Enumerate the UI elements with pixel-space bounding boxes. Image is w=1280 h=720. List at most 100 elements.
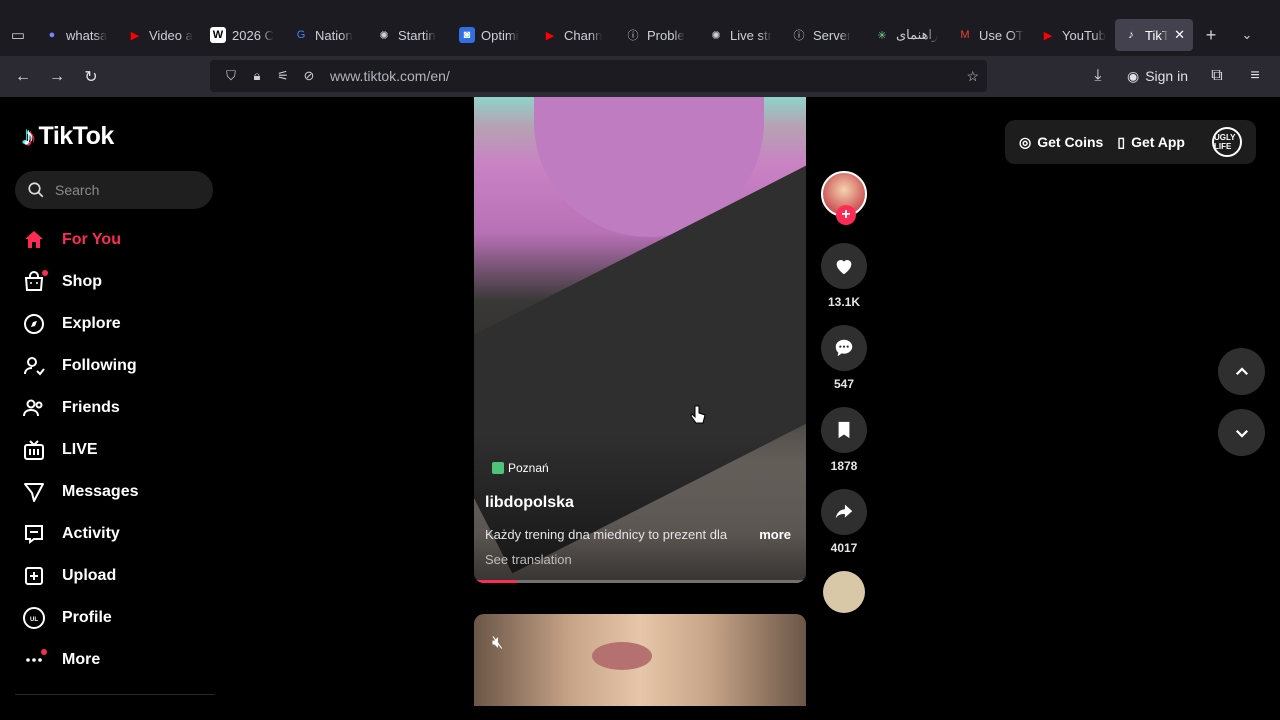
tab-title: Video a [149,27,193,43]
youtube-icon: ▶ [545,29,555,42]
muted-speaker-icon[interactable]: 🔇︎ [492,632,503,653]
sidebar-item-live[interactable]: LIVE [0,429,230,471]
search-input[interactable] [55,182,195,198]
like-action: 13.1K [821,243,867,309]
tab-title: Proble [647,27,685,43]
tiktok-logo[interactable]: ♪ TikTok [22,121,114,152]
profile-avatar-button[interactable]: UGLY LIFE [1212,127,1242,157]
sidebar-item-explore[interactable]: Explore [0,303,230,345]
address-bar[interactable]: ⛉ 🔒︎ ⚟ ⊘ www.tiktok.com/en/ ☆ [210,60,987,92]
info-icon: ⓘ [627,30,639,42]
close-tab-icon[interactable]: ✕ [1174,27,1185,43]
back-button[interactable]: ← [6,61,40,93]
browser-tab[interactable]: ● whatsa [36,19,119,51]
location-label: Poznań [508,461,549,475]
sign-in-label: Sign in [1145,68,1188,84]
info-icon: ⓘ [793,30,805,42]
sidebar-item-label: For You [62,231,121,248]
chevron-down-icon [1235,429,1248,438]
location-pin-icon [492,462,504,474]
sidebar-item-label: Messages [62,483,139,500]
sidebar-item-more[interactable]: More [0,639,230,681]
get-coins-label: Get Coins [1037,134,1104,150]
search-box[interactable] [15,171,213,209]
phone-icon: ▯ [1117,133,1126,150]
sidebar-item-messages[interactable]: Messages [0,471,230,513]
profile-avatar-icon: UL [22,606,46,630]
get-app-button[interactable]: ▯ Get App [1117,134,1185,151]
browser-tab[interactable]: W 2026 C [202,19,285,51]
save-button[interactable] [821,407,867,453]
chevron-up-icon [1235,366,1248,375]
reload-button[interactable]: ↻ [74,61,108,93]
tab-list-icon[interactable]: ▭ [0,17,36,53]
bookmark-star-icon[interactable]: ☆ [966,68,979,85]
follow-plus-icon[interactable]: + [836,205,856,225]
caption-more-button[interactable]: more [759,527,791,542]
autoplay-blocked-icon[interactable]: ⊘ [296,68,322,84]
permissions-icon[interactable]: ⚟ [270,68,296,84]
browser-tab[interactable]: ♪ TikTo ✕ [1115,19,1193,51]
like-button[interactable] [821,243,867,289]
mouse-pointer-icon [690,405,706,430]
browser-tab[interactable]: ✳ راهنمای [866,19,949,51]
sidebar-item-label: Following [62,357,137,374]
tab-overflow-chevron-icon[interactable]: ⌄ [1229,19,1265,51]
video-author[interactable]: libdopolska [485,494,574,512]
shield-icon[interactable]: ⛉ [218,68,244,84]
comment-icon [835,339,853,357]
whatsapp-icon: ● [48,29,56,41]
gmail-icon: M [960,29,970,41]
sidebar-item-upload[interactable]: Upload [0,555,230,597]
tab-title: YouTub [1062,27,1106,43]
browser-tab[interactable]: ◙ Optimi [451,19,534,51]
browser-tab[interactable]: G Nation [285,19,368,51]
browser-tab[interactable]: ✺ Startin [368,19,451,51]
browser-tab[interactable]: M Use OT [949,19,1032,51]
downloads-icon[interactable]: ⤓ [1081,60,1115,92]
openai-icon: ✺ [711,29,721,42]
url-text[interactable]: www.tiktok.com/en/ [330,68,450,84]
extensions-icon[interactable]: ⧉ [1200,60,1234,92]
author-avatar[interactable]: + [821,171,867,225]
sidebar-item-activity[interactable]: Activity [0,513,230,555]
search-icon [28,182,44,198]
tab-title: راهنمای [896,27,939,42]
browser-tab[interactable]: ⓘ Server [783,19,866,51]
new-tab-button[interactable]: + [1193,19,1229,51]
sidebar-item-label: Upload [62,567,117,584]
get-app-label: Get App [1131,134,1185,150]
browser-tab[interactable]: ▶ YouTub [1032,19,1115,51]
coin-icon: ◎ [1019,133,1032,150]
forward-button[interactable]: → [40,61,74,93]
upload-icon [22,564,46,588]
tab-title: Nation [315,27,353,43]
location-tag[interactable]: Poznań [492,461,549,475]
browser-tab[interactable]: ▶ Video a [119,19,202,51]
video-player[interactable]: Poznań libdopolska Każdy trening dna mie… [474,97,806,583]
see-translation-link[interactable]: See translation [485,552,572,567]
sidebar-item-following[interactable]: Following [0,345,230,387]
browser-tab[interactable]: ▶ Chann [534,19,617,51]
sparkle-icon: ✳ [877,29,887,42]
sidebar-item-shop[interactable]: Shop [0,261,230,303]
app-menu-icon[interactable]: ≡ [1238,60,1272,92]
lock-icon[interactable]: 🔒︎ [244,68,270,84]
browser-tab[interactable]: ✺ Live str [700,19,783,51]
sidebar-item-profile[interactable]: UL Profile [0,597,230,639]
next-video-preview[interactable]: 🔇︎ [474,614,806,706]
get-coins-button[interactable]: ◎ Get Coins [1019,134,1103,151]
heart-icon [836,260,852,275]
video-progress-bar[interactable] [474,580,806,583]
sound-disc-icon[interactable] [823,571,865,613]
sign-in-button[interactable]: ◉ Sign in [1119,68,1196,85]
sidebar-item-for-you[interactable]: For You [0,219,230,261]
next-video-button[interactable] [1218,409,1265,456]
browser-tab-bar: ▭ ● whatsa ▶ Video a W 2026 C G Nation ✺ Startin ◙… [0,0,1280,56]
youtube-icon: ▶ [130,29,140,42]
browser-tab[interactable]: ⓘ Proble [617,19,700,51]
share-button[interactable] [821,489,867,535]
previous-video-button[interactable] [1218,348,1265,395]
sidebar-item-friends[interactable]: Friends [0,387,230,429]
comment-button[interactable] [821,325,867,371]
